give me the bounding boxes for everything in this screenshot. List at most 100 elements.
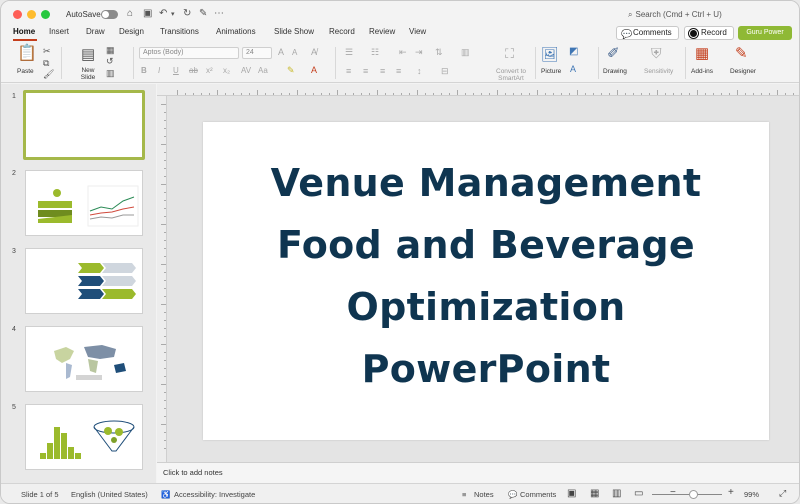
- highlight-icon[interactable]: ✎: [287, 66, 295, 75]
- font-size-dropdown[interactable]: 24: [242, 47, 272, 59]
- align-center-icon[interactable]: ≡: [363, 67, 368, 76]
- tab-home[interactable]: Home: [13, 27, 35, 36]
- justify-icon[interactable]: ≡: [396, 67, 401, 76]
- layout-icon[interactable]: ▦: [106, 46, 115, 55]
- normal-view-icon[interactable]: ▣: [567, 488, 576, 499]
- zoom-in-icon[interactable]: +: [728, 487, 734, 498]
- ruler-tick: [257, 90, 258, 95]
- tab-review[interactable]: Review: [369, 27, 395, 36]
- edit-icon[interactable]: ✎: [199, 8, 207, 19]
- comments-button[interactable]: 💬 Comments: [616, 26, 679, 40]
- add-ins-icon[interactable]: ▦: [695, 46, 709, 61]
- tab-animations[interactable]: Animations: [216, 27, 256, 36]
- zoom-out-icon[interactable]: −: [670, 487, 676, 498]
- subscript-icon[interactable]: x₂: [223, 67, 230, 75]
- smartart-icon[interactable]: ⛶: [505, 47, 514, 60]
- accessibility-status[interactable]: Accessibility: Investigate: [174, 490, 255, 499]
- tab-view[interactable]: View: [409, 27, 426, 36]
- slide-sorter-icon[interactable]: ▦: [590, 488, 599, 499]
- italic-icon[interactable]: I: [158, 67, 160, 75]
- tab-record[interactable]: Record: [329, 27, 355, 36]
- current-slide[interactable]: Venue Management Food and Beverage Optim…: [203, 122, 769, 440]
- tab-draw[interactable]: Draw: [86, 27, 105, 36]
- text-box-icon[interactable]: A: [570, 65, 576, 74]
- reset-icon[interactable]: ↺: [106, 57, 114, 66]
- reading-view-icon[interactable]: ▥: [612, 488, 621, 499]
- picture-icon[interactable]: 🖼: [541, 47, 559, 61]
- increase-font-icon[interactable]: A: [278, 48, 284, 57]
- tab-insert[interactable]: Insert: [49, 27, 69, 36]
- clear-format-icon[interactable]: A̸: [311, 48, 317, 57]
- tab-transitions[interactable]: Transitions: [160, 27, 199, 36]
- section-icon[interactable]: ▥: [106, 69, 115, 78]
- slide-title[interactable]: Venue Management Food and Beverage Optim…: [203, 152, 769, 400]
- ruler-tick: [217, 90, 218, 95]
- decrease-indent-icon[interactable]: ⇤: [399, 48, 407, 57]
- undo-dropdown-icon[interactable]: ▾: [171, 10, 175, 18]
- ruler-tick: [161, 424, 166, 425]
- more-icon[interactable]: ⋯: [214, 8, 224, 19]
- ruler-tick: [161, 304, 166, 305]
- zoom-slider-knob[interactable]: [689, 490, 698, 499]
- save-icon[interactable]: ▣: [143, 8, 152, 19]
- zoom-slider[interactable]: [652, 494, 722, 495]
- add-ins-label: Add-ins: [691, 68, 714, 75]
- columns-icon[interactable]: ▥: [461, 48, 470, 57]
- fit-slide-icon[interactable]: ⤢: [779, 488, 786, 499]
- ruler-tick: [521, 93, 522, 95]
- format-painter-icon[interactable]: 🖌: [43, 70, 54, 79]
- language-status[interactable]: English (United States): [71, 490, 148, 499]
- slide-thumbnail-5[interactable]: [25, 404, 143, 470]
- new-slide-icon[interactable]: ▤: [81, 47, 95, 62]
- designer-icon[interactable]: ✎: [735, 46, 748, 61]
- ruler-tick: [353, 93, 354, 95]
- strikethrough-icon[interactable]: ab: [189, 67, 198, 75]
- close-window-button[interactable]: [13, 10, 22, 19]
- slide-thumbnail-1[interactable]: [23, 90, 145, 160]
- slide-thumbnail-3[interactable]: [25, 248, 143, 314]
- slide-3-preview: [78, 263, 136, 299]
- paste-icon[interactable]: 📋: [17, 46, 37, 62]
- sensitivity-icon[interactable]: ⛨: [651, 46, 662, 60]
- autosave-label: AutoSave: [66, 10, 101, 19]
- slide-thumbnail-4[interactable]: [25, 326, 143, 392]
- comments-toggle[interactable]: Comments: [520, 490, 556, 499]
- line-spacing-icon[interactable]: ↕: [417, 67, 422, 76]
- home-icon[interactable]: ⌂: [127, 8, 133, 19]
- character-spacing-icon[interactable]: AV: [241, 67, 251, 75]
- drawing-icon[interactable]: ✐: [607, 46, 620, 61]
- slideshow-view-icon[interactable]: ▭: [634, 488, 643, 499]
- align-left-icon[interactable]: ≡: [346, 67, 351, 76]
- font-name-dropdown[interactable]: Aptos (Body): [139, 47, 239, 59]
- tab-design[interactable]: Design: [119, 27, 144, 36]
- guru-power-button[interactable]: Guru Power: [738, 26, 792, 40]
- align-text-icon[interactable]: ⊟: [441, 67, 449, 76]
- cut-icon[interactable]: ✂: [43, 47, 51, 56]
- undo-icon[interactable]: ↶: [159, 8, 167, 19]
- superscript-icon[interactable]: x²: [206, 67, 213, 75]
- increase-indent-icon[interactable]: ⇥: [415, 48, 423, 57]
- zoom-level[interactable]: 99%: [744, 490, 759, 499]
- numbering-icon[interactable]: ☷: [371, 48, 379, 57]
- search-box[interactable]: ⌕ Search (Cmd + Ctrl + U): [628, 10, 722, 20]
- decrease-font-icon[interactable]: A: [292, 49, 297, 57]
- minimize-window-button[interactable]: [27, 10, 36, 19]
- align-right-icon[interactable]: ≡: [380, 67, 385, 76]
- tab-slide-show[interactable]: Slide Show: [274, 27, 314, 36]
- shapes-icon[interactable]: ◩: [569, 47, 578, 57]
- notes-toggle[interactable]: Notes: [474, 490, 494, 499]
- copy-icon[interactable]: ⧉: [43, 59, 49, 68]
- underline-icon[interactable]: U: [173, 67, 179, 75]
- bullets-icon[interactable]: ☰: [345, 48, 353, 57]
- redo-icon[interactable]: ↻: [183, 8, 191, 19]
- autosave-toggle[interactable]: [101, 10, 118, 19]
- text-direction-icon[interactable]: ⇅: [435, 48, 443, 57]
- notes-pane[interactable]: Click to add notes: [157, 462, 799, 483]
- change-case-icon[interactable]: Aa: [258, 67, 268, 75]
- ruler-tick: [577, 90, 578, 95]
- bold-icon[interactable]: B: [141, 67, 147, 75]
- record-button[interactable]: Record: [684, 26, 734, 40]
- zoom-window-button[interactable]: [41, 10, 50, 19]
- slide-thumbnail-2[interactable]: [25, 170, 143, 236]
- font-color-icon[interactable]: A: [311, 66, 317, 75]
